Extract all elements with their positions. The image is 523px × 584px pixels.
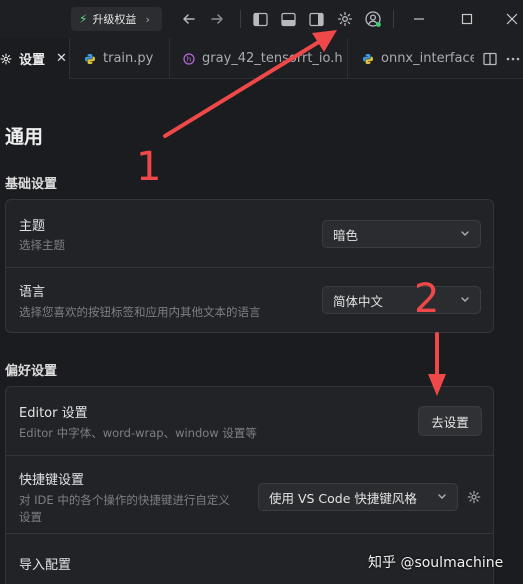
arrow-1-shaft [163, 38, 324, 138]
annotation-number-1: 1 [136, 144, 162, 190]
annotation-arrows [163, 30, 446, 396]
arrow-1-head [312, 30, 337, 52]
arrow-2-head [428, 374, 446, 396]
watermark: 知乎 @soulmachine [368, 555, 504, 571]
annotation-number-2: 2 [414, 276, 440, 322]
